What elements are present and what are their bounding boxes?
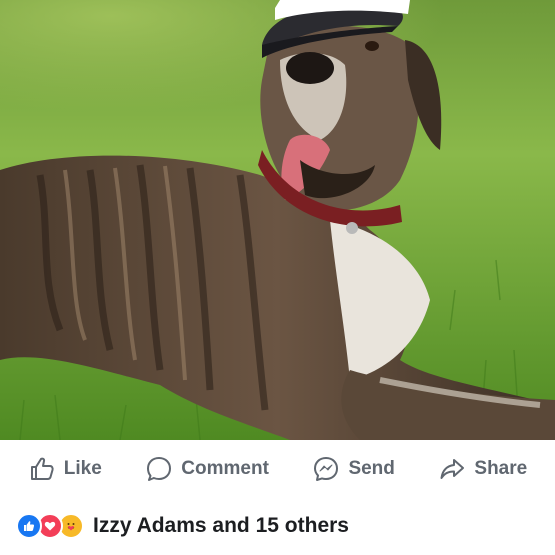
like-label: Like (63, 458, 102, 479)
post-action-bar: Like Comment Send Share (0, 440, 555, 498)
reactions-text[interactable]: Izzy Adams and 15 others (93, 514, 349, 538)
comment-button[interactable]: Comment (145, 455, 269, 483)
share-arrow-icon (440, 459, 465, 479)
reactions-summary[interactable]: Izzy Adams and 15 others (16, 510, 349, 542)
post-photo[interactable] (0, 0, 555, 440)
thumbs-up-icon (30, 457, 54, 480)
messenger-icon (314, 457, 339, 481)
like-button[interactable]: Like (28, 455, 102, 483)
comment-bubble-icon (147, 457, 172, 481)
share-label: Share (474, 458, 528, 479)
send-button[interactable]: Send (312, 455, 395, 483)
share-button[interactable]: Share (438, 455, 527, 483)
like-icon (16, 513, 42, 539)
dog-photo-image (0, 0, 555, 440)
send-label: Send (348, 458, 395, 479)
comment-label: Comment (181, 458, 269, 479)
